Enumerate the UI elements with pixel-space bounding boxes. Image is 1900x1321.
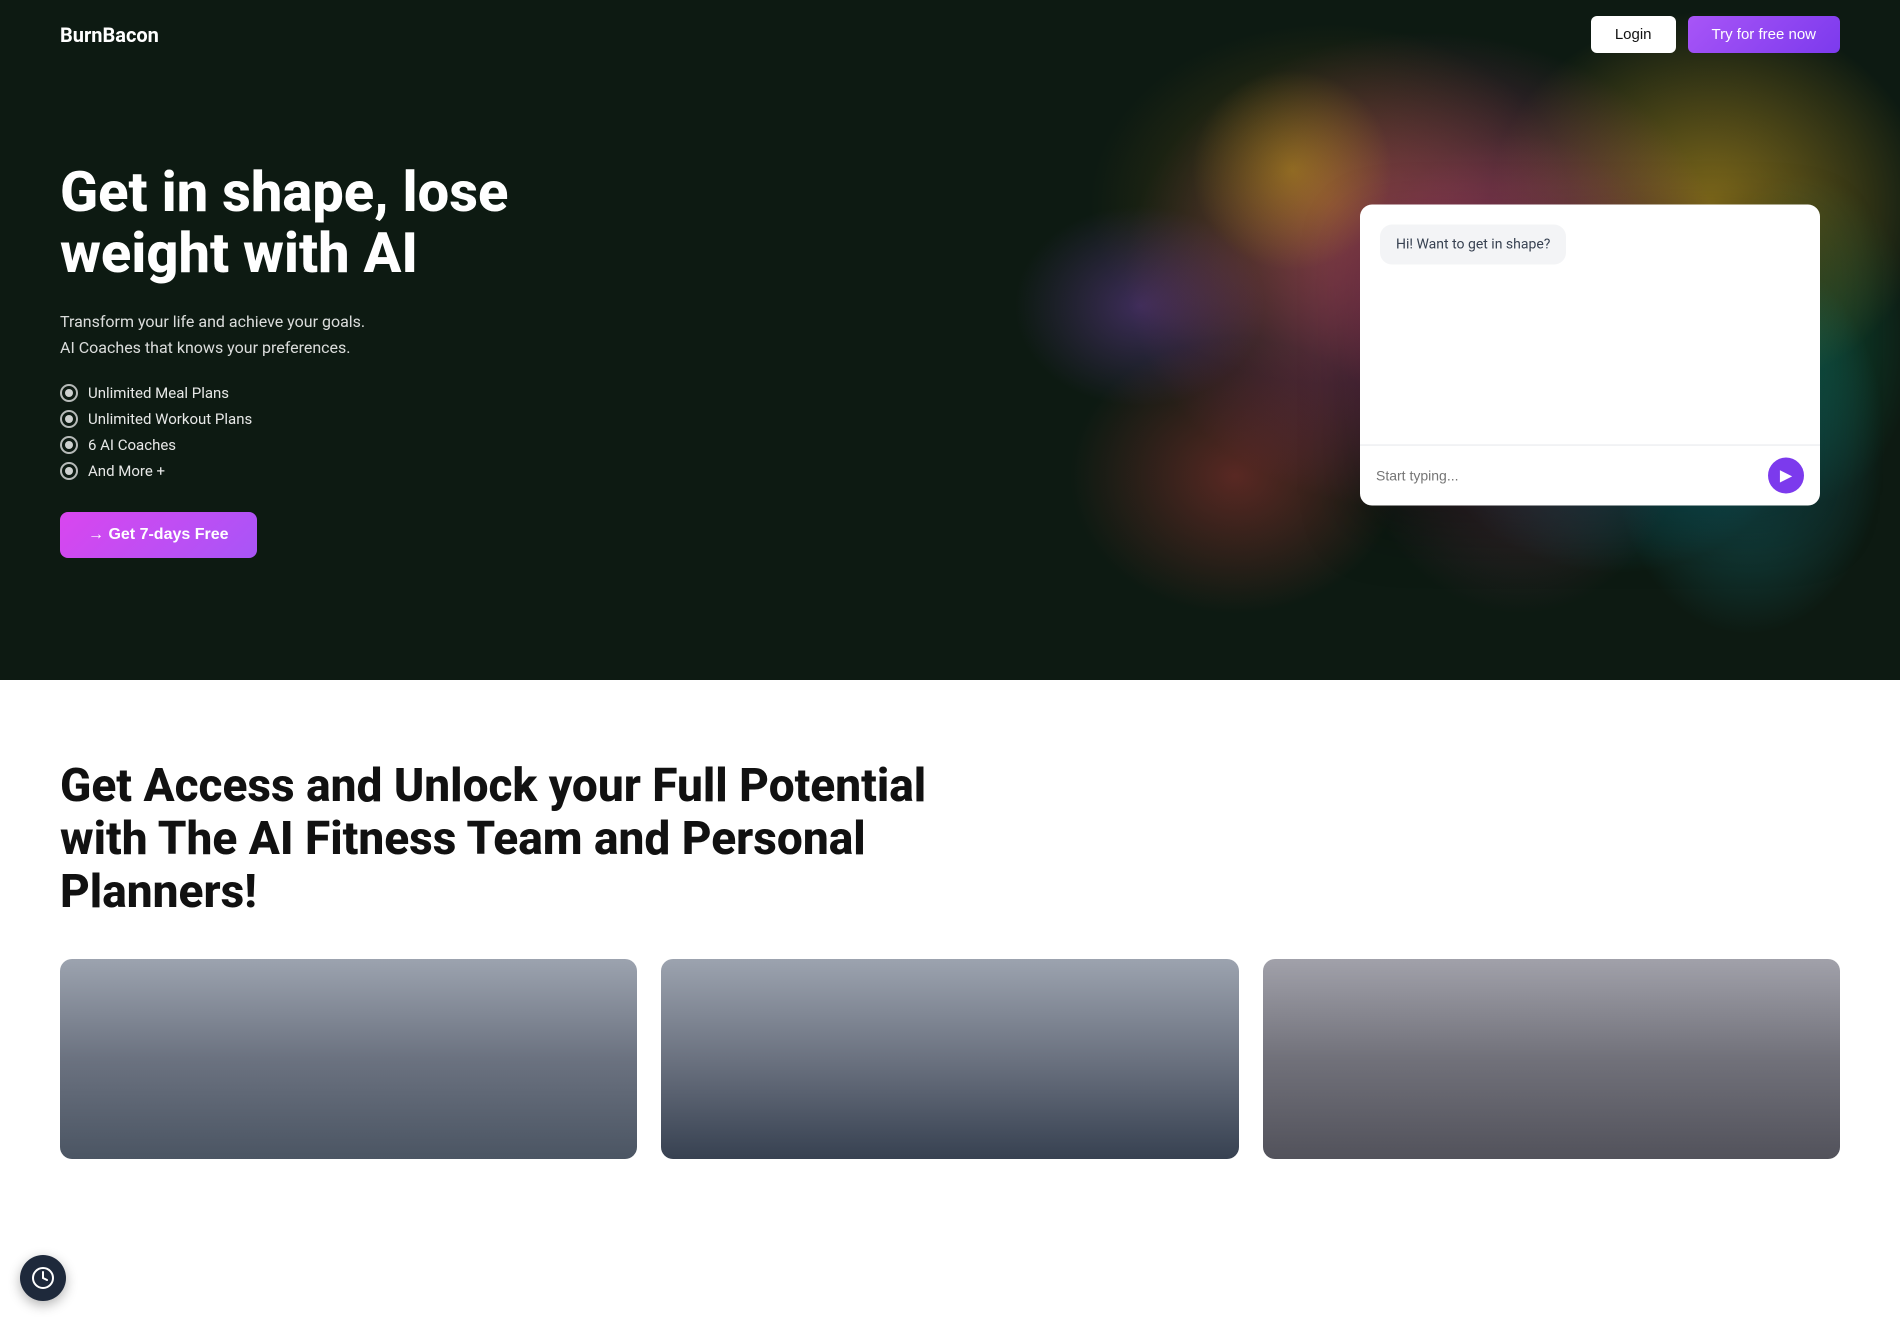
- feature-list: Unlimited Meal Plans Unlimited Workout P…: [60, 384, 540, 480]
- try-free-button[interactable]: Try for free now: [1688, 16, 1840, 53]
- coach-cards-row: [60, 959, 1840, 1159]
- coach-card-inner-3: [1263, 959, 1840, 1159]
- hero-title: Get in shape, lose weight with AI: [60, 162, 540, 285]
- bullet-icon: [60, 436, 78, 454]
- navbar: BurnBacon Login Try for free now: [0, 0, 1900, 69]
- chat-bubble: Hi! Want to get in shape?: [1380, 225, 1566, 265]
- coach-card-1: [60, 959, 637, 1159]
- bullet-icon: [60, 462, 78, 480]
- hero-content: Get in shape, lose weight with AI Transf…: [0, 162, 600, 558]
- hero-subtitle: Transform your life and achieve your goa…: [60, 309, 540, 360]
- bullet-icon: [60, 410, 78, 428]
- cta-button[interactable]: → Get 7-days Free: [60, 512, 257, 558]
- coach-card-2: [661, 959, 1238, 1159]
- widget-icon: [31, 1266, 55, 1290]
- hero-subtitle-line2: AI Coaches that knows your preferences.: [60, 338, 351, 357]
- logo-part2: Bacon: [103, 23, 159, 47]
- list-item: Unlimited Workout Plans: [60, 410, 540, 428]
- coach-card-3: [1263, 959, 1840, 1159]
- nav-buttons: Login Try for free now: [1591, 16, 1840, 53]
- hero-section: Get in shape, lose weight with AI Transf…: [0, 0, 1900, 680]
- bullet-icon: [60, 384, 78, 402]
- feature-label: Unlimited Meal Plans: [88, 384, 229, 402]
- coach-card-inner-1: [60, 959, 637, 1159]
- logo-part1: Burn: [60, 23, 103, 47]
- login-button[interactable]: Login: [1591, 16, 1676, 53]
- chat-widget: Hi! Want to get in shape? ▶: [1360, 205, 1820, 506]
- chat-input[interactable]: [1376, 468, 1758, 484]
- list-item: And More +: [60, 462, 540, 480]
- unlock-title: Get Access and Unlock your Full Potentia…: [60, 760, 960, 919]
- brand-logo[interactable]: BurnBacon: [60, 23, 159, 47]
- unlock-section: Get Access and Unlock your Full Potentia…: [0, 680, 1900, 1199]
- chat-send-button[interactable]: ▶: [1768, 458, 1804, 494]
- list-item: 6 AI Coaches: [60, 436, 540, 454]
- list-item: Unlimited Meal Plans: [60, 384, 540, 402]
- chat-input-area: ▶: [1360, 445, 1820, 506]
- chat-messages: Hi! Want to get in shape?: [1360, 205, 1820, 445]
- coach-card-inner-2: [661, 959, 1238, 1159]
- feature-label: Unlimited Workout Plans: [88, 410, 252, 428]
- feature-label: 6 AI Coaches: [88, 436, 176, 454]
- send-icon: ▶: [1780, 466, 1792, 486]
- bottom-widget-button[interactable]: [20, 1255, 66, 1301]
- feature-label: And More +: [88, 462, 165, 480]
- hero-subtitle-line1: Transform your life and achieve your goa…: [60, 312, 365, 331]
